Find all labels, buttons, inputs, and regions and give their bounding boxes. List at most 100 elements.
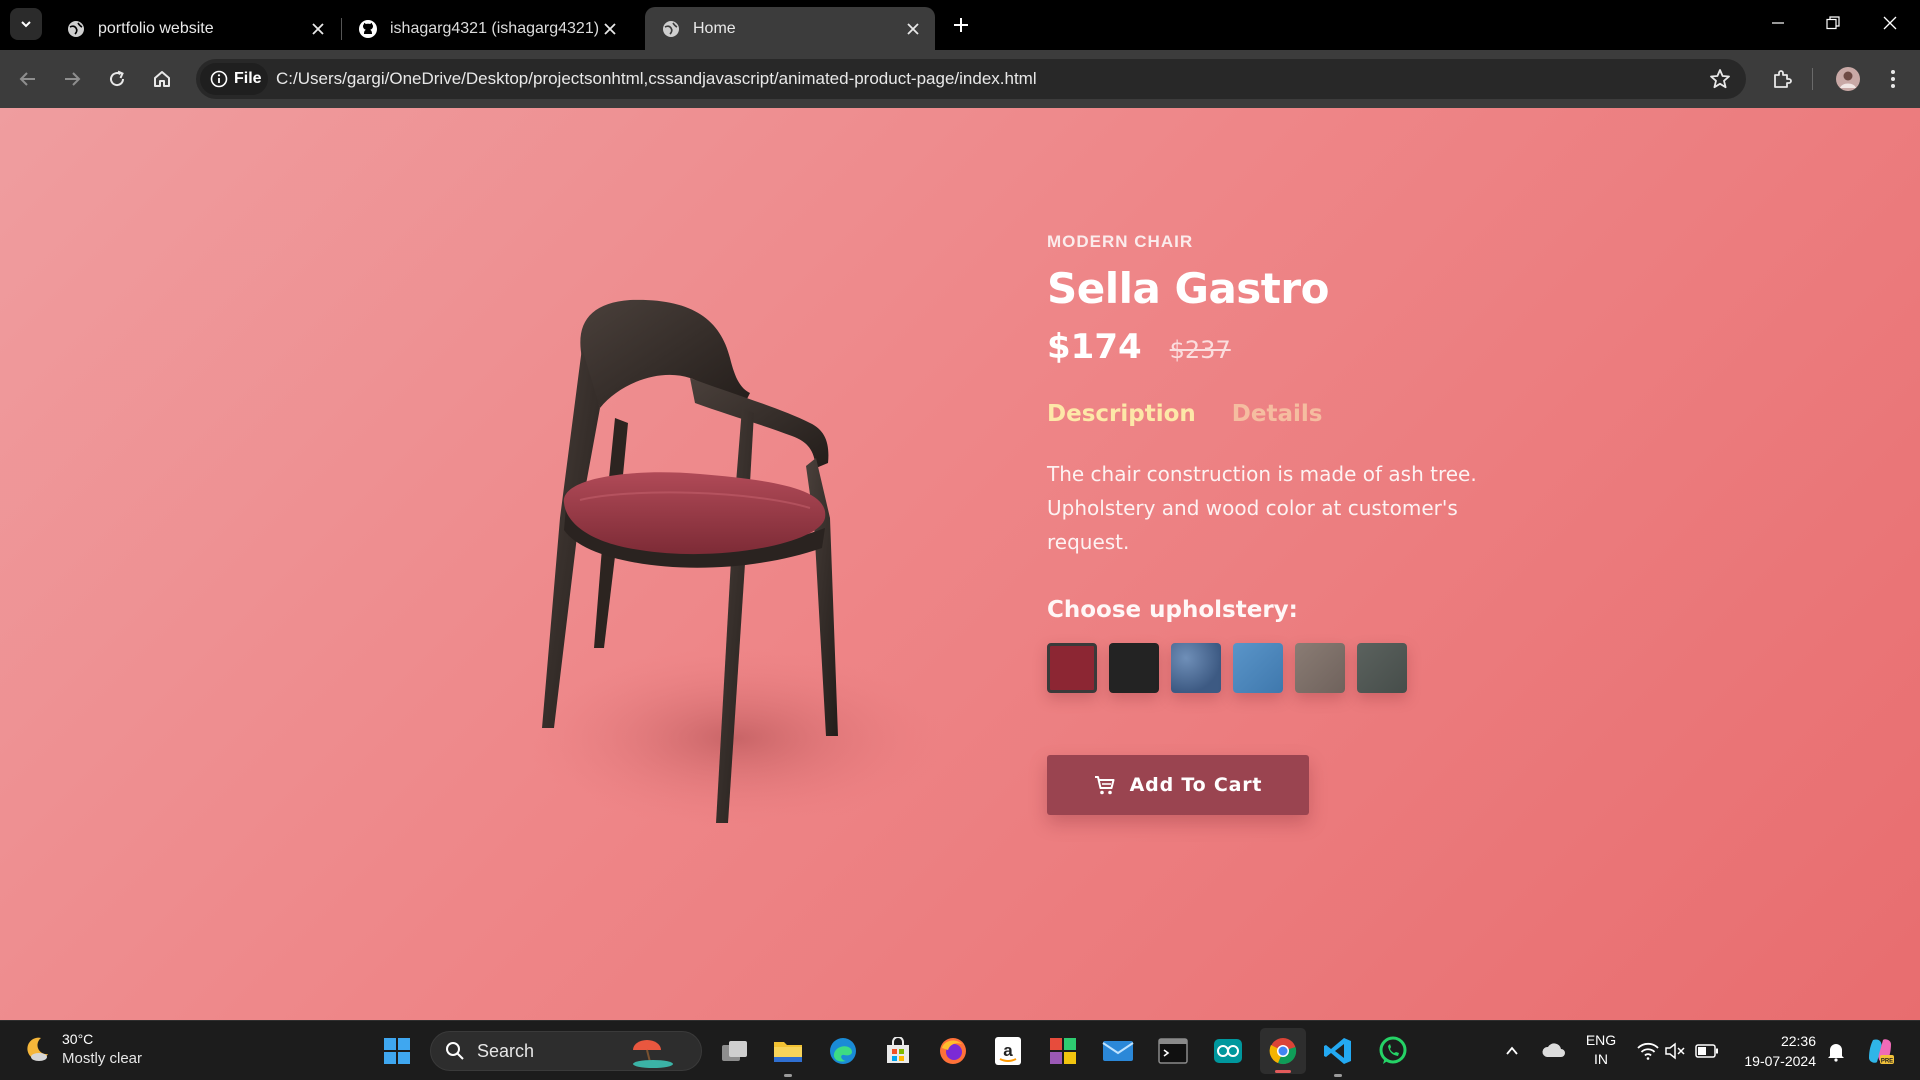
close-icon[interactable]: [308, 19, 328, 39]
site-info-chip[interactable]: File: [200, 63, 268, 95]
swatch-denim[interactable]: [1233, 643, 1283, 693]
chrome-icon: [1269, 1038, 1297, 1065]
forward-button[interactable]: [58, 65, 86, 93]
restore-button[interactable]: [1820, 10, 1846, 36]
task-view-icon: [722, 1041, 747, 1061]
new-tab-button[interactable]: [948, 12, 974, 38]
firefox-button[interactable]: [935, 1033, 971, 1069]
clock-time: 22:36: [1780, 1033, 1816, 1049]
restore-icon: [1826, 16, 1840, 30]
wifi-icon: [1637, 1042, 1659, 1060]
extensions-button[interactable]: [1768, 65, 1796, 93]
profile-avatar[interactable]: [1834, 65, 1862, 93]
puzzle-icon: [1774, 70, 1792, 88]
tab-portfolio[interactable]: portfolio website: [50, 7, 340, 50]
browser-tab-bar: portfolio website ishagarg4321 (ishagarg…: [0, 0, 1920, 50]
store-icon: [887, 1037, 909, 1063]
notifications-button[interactable]: [1818, 1033, 1854, 1069]
home-button[interactable]: [148, 65, 176, 93]
current-price: $174: [1047, 327, 1142, 367]
whatsapp-button[interactable]: [1375, 1033, 1411, 1069]
browser-toolbar: File C:/Users/gargi/OneDrive/Desktop/pro…: [0, 50, 1920, 108]
minimize-button[interactable]: [1765, 10, 1791, 36]
battery-icon: [1695, 1044, 1718, 1058]
svg-text:a: a: [1003, 1041, 1013, 1060]
tab-details[interactable]: Details: [1232, 401, 1323, 427]
windows-taskbar: 30°C Mostly clear Search a ENG IN 22:36 …: [0, 1020, 1920, 1080]
onedrive-button[interactable]: [1536, 1033, 1572, 1069]
office-button[interactable]: [1045, 1033, 1081, 1069]
language-indicator[interactable]: ENG IN: [1585, 1031, 1617, 1069]
browser-menu-button[interactable]: [1879, 65, 1907, 93]
close-icon[interactable]: [600, 19, 620, 39]
copilot-icon: PRE: [1869, 1039, 1894, 1065]
file-explorer-button[interactable]: [770, 1033, 806, 1077]
globe-icon: [663, 20, 679, 37]
chair-illustration: [525, 299, 945, 828]
volume-button[interactable]: [1657, 1033, 1693, 1069]
bell-snooze-icon: [1828, 1044, 1844, 1062]
product-description: The chair construction is made of ash tr…: [1047, 462, 1477, 554]
amazon-icon: a: [995, 1037, 1021, 1065]
arduino-button[interactable]: [1210, 1033, 1246, 1069]
firefox-icon: [940, 1038, 966, 1064]
vscode-button[interactable]: [1320, 1033, 1356, 1077]
upholstery-heading: Choose upholstery:: [1047, 597, 1298, 623]
copilot-button[interactable]: PRE: [1862, 1033, 1898, 1069]
swatch-burgundy[interactable]: [1047, 643, 1097, 693]
tab-home[interactable]: Home: [645, 7, 935, 50]
product-details: MODERN CHAIR Sella Gastro $174 $237 Desc…: [1047, 232, 1607, 815]
price-row: $174 $237: [1047, 327, 1607, 367]
chevron-up-icon: [1506, 1046, 1518, 1055]
product-title: Sella Gastro: [1047, 264, 1329, 313]
add-to-cart-label: Add To Cart: [1129, 774, 1263, 796]
tab-title: portfolio website: [98, 19, 214, 37]
terminal-button[interactable]: [1155, 1033, 1191, 1069]
chevron-down-icon: [21, 21, 31, 28]
arduino-icon: [1214, 1039, 1242, 1063]
task-view-button[interactable]: [717, 1033, 753, 1069]
system-clock[interactable]: 22:36 19-07-2024: [1740, 1031, 1816, 1071]
address-bar[interactable]: File C:/Users/gargi/OneDrive/Desktop/pro…: [196, 59, 1746, 99]
product-page: MODERN CHAIR Sella Gastro $174 $237 Desc…: [0, 108, 1920, 1020]
add-to-cart-button[interactable]: Add To Cart: [1047, 755, 1309, 815]
bookmark-star-icon[interactable]: [1708, 67, 1732, 91]
site-info-label: File: [234, 70, 262, 87]
swatch-taupe[interactable]: [1295, 643, 1345, 693]
tab-github[interactable]: ishagarg4321 (ishagarg4321) /: [342, 7, 632, 50]
chrome-button[interactable]: [1260, 1028, 1306, 1074]
language-code: ENG: [1585, 1032, 1617, 1048]
home-icon: [154, 71, 170, 87]
swatch-navy-texture[interactable]: [1171, 643, 1221, 693]
battery-button[interactable]: [1689, 1033, 1725, 1069]
back-button[interactable]: [14, 65, 42, 93]
github-icon: [359, 19, 377, 38]
tab-description[interactable]: Description: [1047, 401, 1196, 427]
url-text[interactable]: C:/Users/gargi/OneDrive/Desktop/projects…: [276, 69, 1037, 89]
close-window-button[interactable]: [1877, 10, 1903, 36]
store-button[interactable]: [880, 1033, 916, 1069]
taskbar-search[interactable]: Search: [430, 1031, 702, 1071]
close-icon[interactable]: [903, 19, 923, 39]
start-button[interactable]: [379, 1033, 415, 1069]
product-image: [520, 218, 950, 858]
swatch-slate[interactable]: [1357, 643, 1407, 693]
mail-button[interactable]: [1100, 1033, 1136, 1069]
weather-widget[interactable]: 30°C Mostly clear: [22, 1029, 142, 1069]
minimize-icon: [1772, 22, 1784, 24]
show-hidden-icons-button[interactable]: [1494, 1033, 1530, 1069]
amazon-button[interactable]: a: [990, 1033, 1026, 1069]
product-tabs: Description Details: [1047, 401, 1607, 427]
edge-icon: [830, 1038, 856, 1064]
swatch-black[interactable]: [1109, 643, 1159, 693]
edge-button[interactable]: [825, 1033, 861, 1069]
arrow-right-icon: [65, 72, 81, 86]
tab-search-button[interactable]: [10, 8, 42, 40]
toolbar-divider: [1812, 68, 1813, 90]
moon-icon: [27, 1037, 48, 1061]
info-icon: [210, 70, 228, 88]
mail-icon: [1102, 1041, 1134, 1061]
reload-button[interactable]: [103, 65, 131, 93]
search-icon: [446, 1042, 464, 1060]
more-vertical-icon: [1891, 70, 1895, 88]
